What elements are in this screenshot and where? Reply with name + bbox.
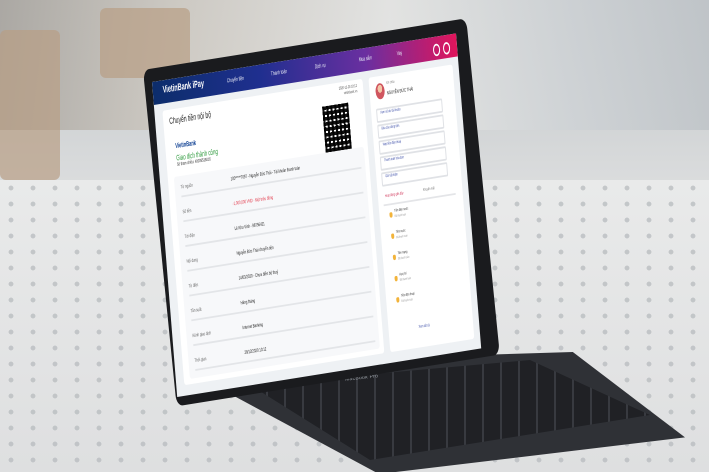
detail-label: Tần suất [190,305,202,315]
detail-label: Nội dung [186,255,199,265]
notification-subtitle: Đã thanh toán [394,213,407,219]
notification-title: Tiền mạng [397,250,408,256]
photo-scene: MacBook Pro VietinBank iPay Chuyển tiền … [0,0,709,472]
phone-icon [396,297,400,303]
notification-title: Tiền nước [395,229,406,235]
page-title: Chuyển tiền nội bộ [168,110,212,128]
notification-icon[interactable] [432,42,441,56]
detail-label: Kênh giao dịch [192,328,212,339]
sidebar-item-label: Báo cáo dòng tiền [381,125,400,132]
list-item[interactable]: Tiền điện thoại Đã thanh toán [396,286,457,310]
tab-recent[interactable]: Hoạt động gần đây [385,192,404,199]
list-item[interactable]: Học phí Đã thanh toán [394,265,455,289]
nav-item[interactable]: Thanh toán [271,68,288,78]
notification-title: Học phí [399,272,407,278]
notification-subtitle: Đã thanh toán [401,298,413,304]
list-item[interactable]: Tiền mạng Đã thanh toán [392,244,454,268]
notification-title: Tiền điện thoại [400,292,415,299]
qr-code-icon [322,102,352,153]
transaction-details: Từ nguồn 100*****7097 - Nguyễn Đức Thái … [173,146,380,379]
user-name: NGUYỄN ĐỨC THÁI [386,84,414,96]
detail-value: 100*****7097 - Nguyễn Đức Thái - Tài kho… [230,164,301,183]
sidebar-item-label: Nạp tiền điện thoại [382,141,402,148]
detail-value: Nguyễn Đức Thái chuyển tiền [236,243,274,257]
sidebar: Xin chào NGUYỄN ĐỨC THÁI Xem số dư tài k… [368,64,475,353]
detail-label: Từ điện [188,280,199,290]
avatar[interactable] [374,82,386,100]
app-brand[interactable]: VietinBank iPay [162,79,204,96]
greeting: Xin chào [385,80,395,86]
sidebar-item-label: Gửi tiết kiệm [385,174,399,180]
amount-value: -1,000,000 VND · Một triệu đồng [232,193,274,208]
receipt-card: Chuyển tiền nội bộ 2020-12-28 10:12 viet… [162,78,385,386]
notification-subtitle: Đã thanh toán [397,255,410,262]
wifi-icon [392,254,396,261]
logout-icon[interactable] [442,40,451,55]
notification-subtitle: Đã thanh toán [396,234,408,241]
see-all-link[interactable]: Xem tất cả [419,324,430,329]
detail-value: 14/03/2020 - Chưa điền bộ thuỷ [238,268,279,282]
detail-label: Tới điện [184,231,196,240]
lightbulb-icon [389,212,393,218]
water-icon [391,233,395,240]
bank-logo: VietinBank [174,137,197,150]
detail-label: Số tiền [182,206,192,216]
detail-label: Thời gian [194,354,207,364]
detail-value: 28/12/2020 10:12 [244,345,267,356]
nav-item[interactable]: Chuyển tiền [227,75,245,85]
detail-label: Từ nguồn [180,181,194,191]
detail-value: Lê Khu Vinh - 98756421 [234,219,266,232]
notification-title: Tiền điện nước [394,207,409,214]
tab-promotions[interactable]: Khuyến mãi [423,187,435,192]
list-item[interactable]: Tiền điện nước Đã thanh toán [389,201,450,225]
sidebar-item-label: Xem số dư tài khoản [380,109,401,117]
notification-subtitle: Đã thanh toán [399,277,412,283]
list-item[interactable]: Tiền nước Đã thanh toán [391,222,452,246]
detail-value: Internet Banking [242,320,264,331]
nav-item[interactable]: Vay [397,49,403,57]
nav-item[interactable]: Dịch vụ [315,61,326,70]
background-chair [0,30,60,180]
nav-item[interactable]: Mua sắm [359,54,373,63]
laptop-screen: VietinBank iPay Chuyển tiền Thanh toán D… [152,33,482,398]
sidebar-item-label: Thanh toán hóa đơn [384,157,405,164]
detail-value: Hàng tháng [240,296,256,307]
receipt-timestamp: 2020-12-28 10:12 vietinbank.vn [339,85,358,99]
book-icon [394,275,398,282]
